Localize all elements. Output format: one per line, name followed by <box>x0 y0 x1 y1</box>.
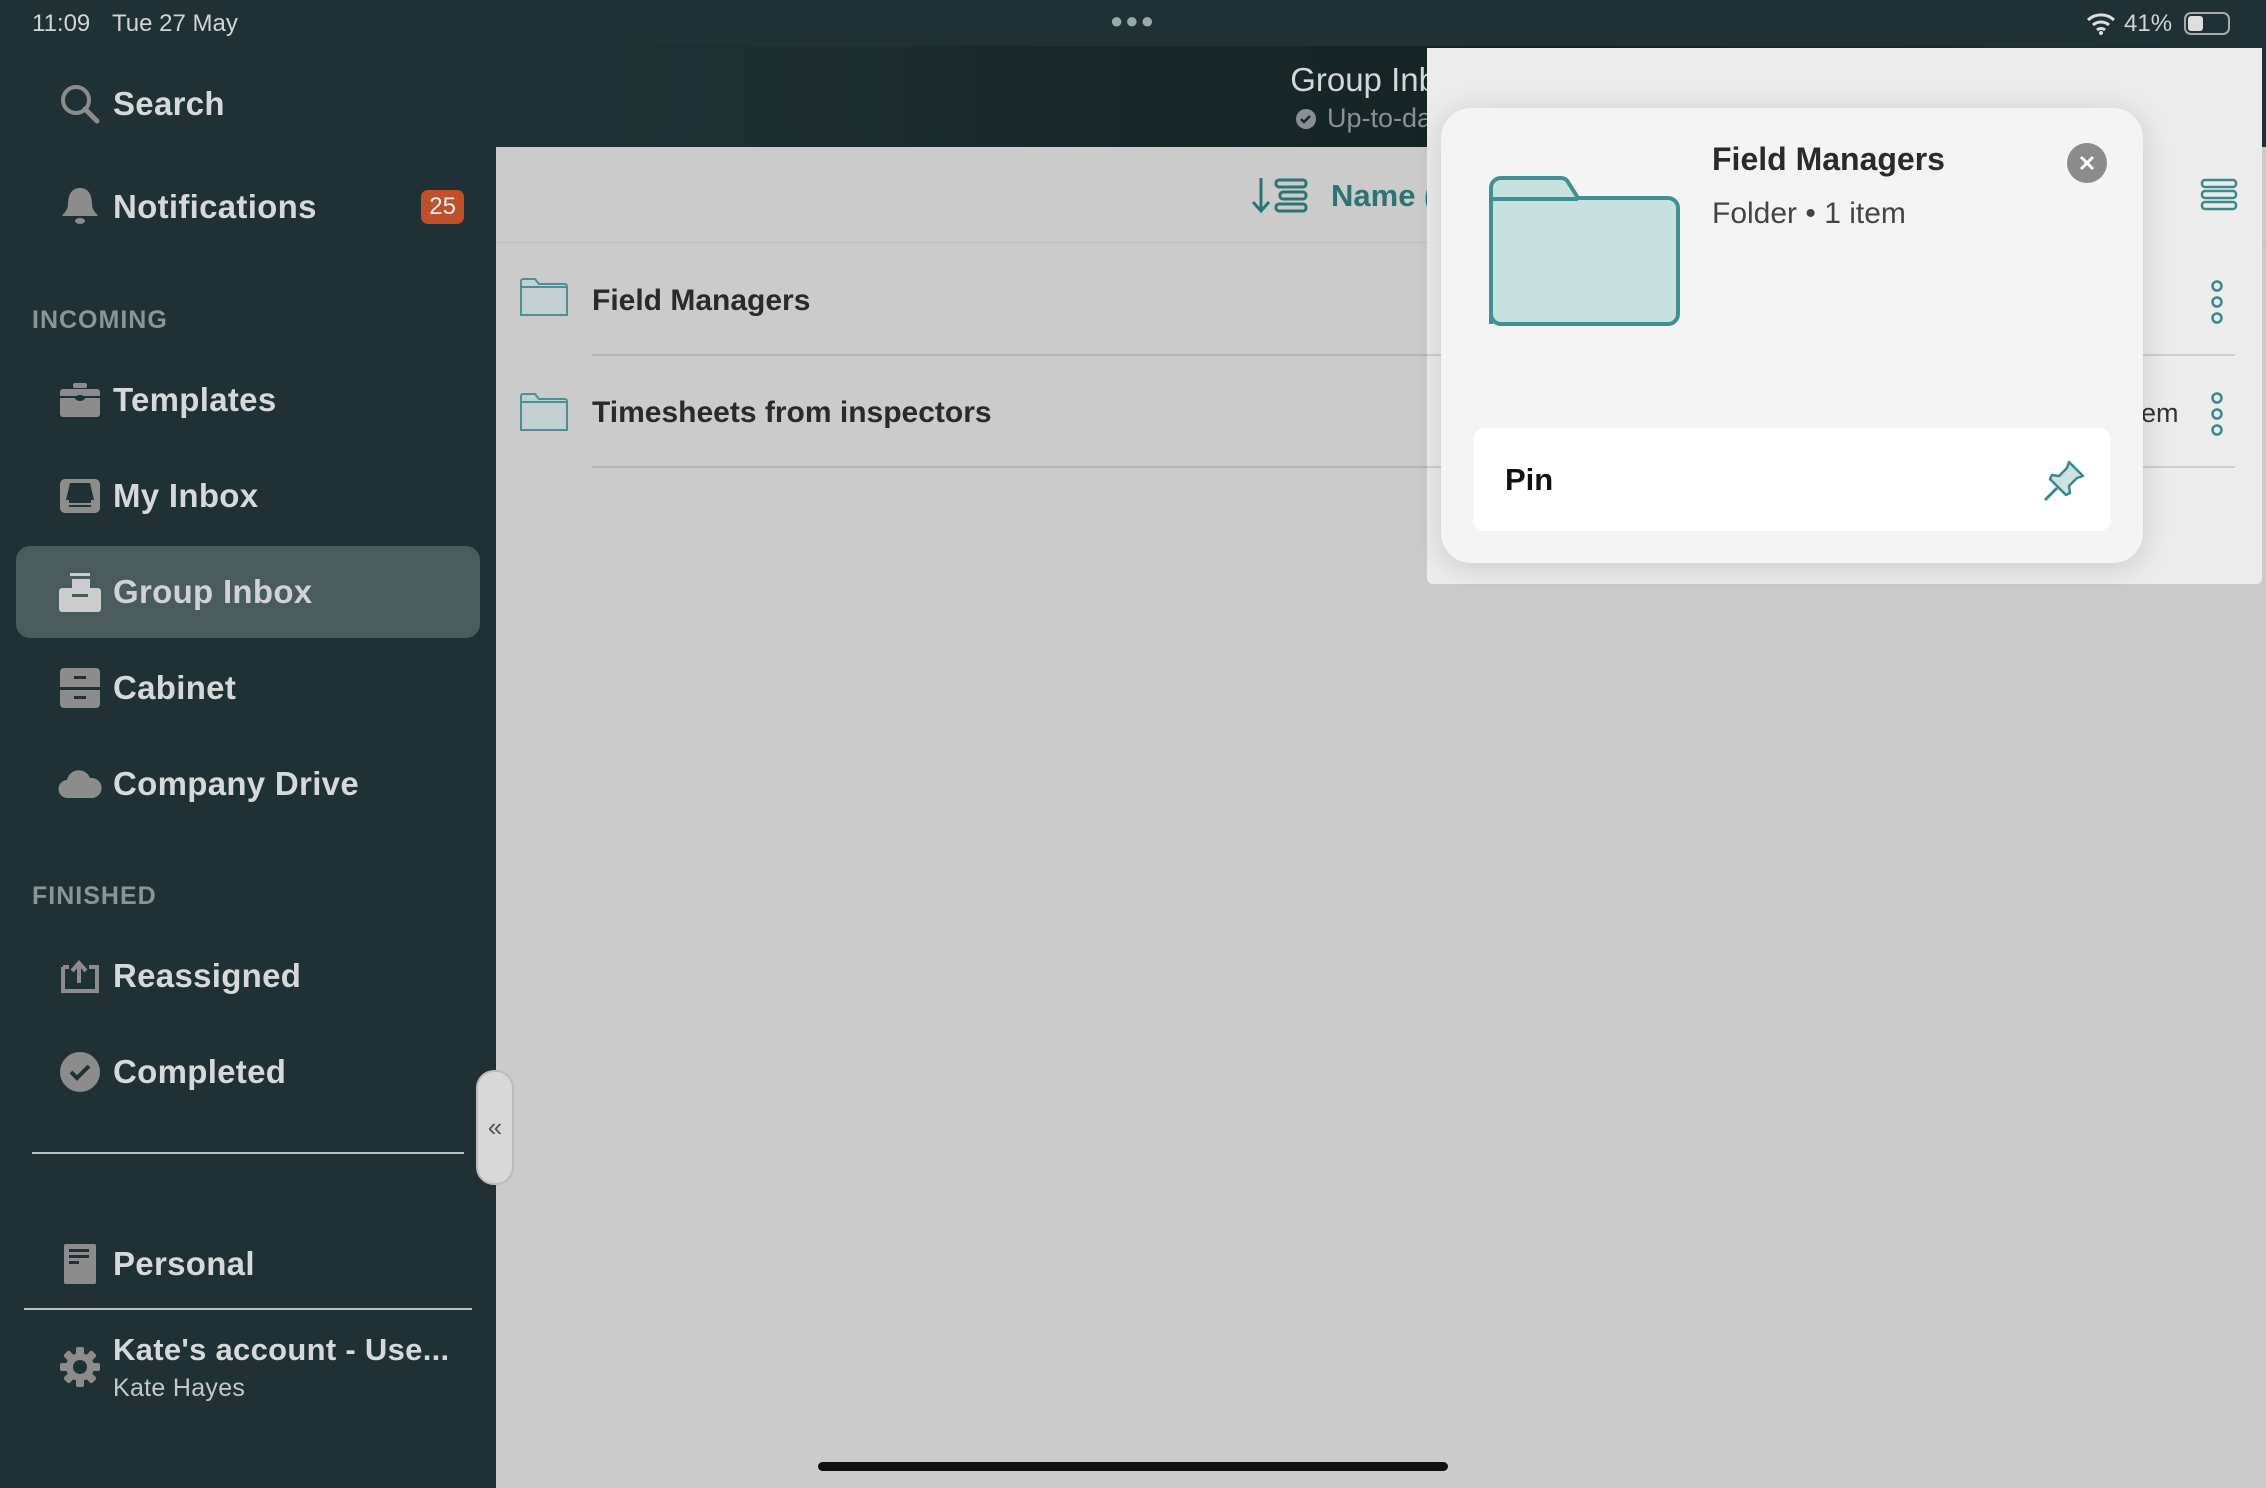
battery-icon <box>2184 12 2230 35</box>
section-finished: FINISHED <box>32 882 157 910</box>
item-name: Field Managers <box>592 284 811 317</box>
sidebar-item-label: Company Drive <box>113 765 359 802</box>
sidebar-item-label: Group Inbox <box>113 573 313 610</box>
folder-icon <box>520 278 568 316</box>
document-icon <box>56 1240 104 1288</box>
sidebar-item-label: Notifications <box>113 188 317 225</box>
bell-icon <box>56 183 104 231</box>
sidebar-item-company-drive[interactable]: Company Drive <box>16 738 480 830</box>
home-indicator[interactable] <box>818 1462 1448 1471</box>
sidebar-item-label: My Inbox <box>113 477 259 514</box>
wifi-icon <box>2086 13 2116 35</box>
sidebar-item-reassigned[interactable]: Reassigned <box>16 930 480 1022</box>
list-view-icon[interactable] <box>2200 178 2238 212</box>
multitask-dots-icon[interactable]: ●●● <box>1110 8 1156 34</box>
sidebar-item-group-inbox[interactable]: Group Inbox <box>16 546 480 638</box>
check-circle-icon <box>56 1048 104 1096</box>
cloud-icon <box>56 760 104 808</box>
pin-icon <box>2043 460 2085 502</box>
notification-badge: 25 <box>421 190 464 224</box>
account-settings[interactable]: Kate's account - Use... Kate Hayes <box>16 1314 480 1420</box>
sidebar-item-label: Cabinet <box>113 669 237 706</box>
briefcase-icon <box>56 376 104 424</box>
sort-icon <box>1251 178 1308 214</box>
battery-percent: 41% <box>2124 10 2173 37</box>
sidebar-item-label: Completed <box>113 1053 287 1090</box>
popover-title: Field Managers <box>1712 141 1945 177</box>
pin-button[interactable]: Pin <box>1473 428 2111 531</box>
check-circle-icon <box>1296 108 1316 129</box>
sort-button[interactable]: Name (A <box>1250 176 1457 216</box>
pin-label: Pin <box>1505 462 1554 497</box>
folder-icon <box>520 393 568 431</box>
inbox-tray-icon <box>56 472 104 520</box>
collapse-sidebar-button[interactable]: « <box>476 1070 514 1185</box>
more-options-icon[interactable] <box>2208 280 2226 324</box>
more-options-icon[interactable] <box>2208 392 2226 436</box>
search-icon <box>56 80 104 128</box>
group-inbox-icon <box>56 568 104 616</box>
sidebar-item-label: Reassigned <box>113 957 302 994</box>
list-item[interactable]: Field Managers <box>496 246 1496 356</box>
sidebar-item-completed[interactable]: Completed <box>16 1026 480 1118</box>
status-time: 11:09 <box>32 10 91 37</box>
sidebar-divider <box>32 1152 464 1154</box>
account-subtitle: Kate Hayes <box>113 1374 246 1402</box>
sidebar-item-label: Templates <box>113 381 277 418</box>
sidebar-item-notifications[interactable]: Notifications 25 <box>16 161 480 253</box>
item-name: Timesheets from inspectors <box>592 396 992 429</box>
sidebar-item-search[interactable]: Search <box>16 58 480 150</box>
popover-subtitle: Folder • 1 item <box>1712 197 1906 230</box>
close-button[interactable] <box>2067 143 2107 183</box>
close-icon <box>2079 155 2095 171</box>
section-incoming: INCOMING <box>32 306 168 334</box>
sidebar-item-cabinet[interactable]: Cabinet <box>16 642 480 734</box>
reassign-icon <box>56 952 104 1000</box>
sidebar-item-templates[interactable]: Templates <box>16 354 480 446</box>
list-item[interactable]: Timesheets from inspectors <box>496 358 1496 468</box>
sidebar-item-my-inbox[interactable]: My Inbox <box>16 450 480 542</box>
status-bar: 11:09 Tue 27 May ●●● 41% <box>0 0 2266 46</box>
folder-icon <box>1489 175 1680 326</box>
account-title: Kate's account - Use... <box>113 1332 450 1367</box>
item-meta: em <box>2141 398 2179 428</box>
sidebar-divider <box>24 1308 472 1310</box>
sidebar: Search Notifications 25 INCOMING Templat… <box>0 46 496 1488</box>
sidebar-item-personal[interactable]: Personal <box>16 1218 480 1310</box>
sidebar-item-label: Personal <box>113 1245 255 1282</box>
cabinet-icon <box>56 664 104 712</box>
gear-icon <box>56 1343 104 1391</box>
sidebar-item-label: Search <box>113 85 225 122</box>
folder-info-popover: Field Managers Folder • 1 item Pin <box>1441 108 2143 563</box>
status-date: Tue 27 May <box>112 10 238 37</box>
